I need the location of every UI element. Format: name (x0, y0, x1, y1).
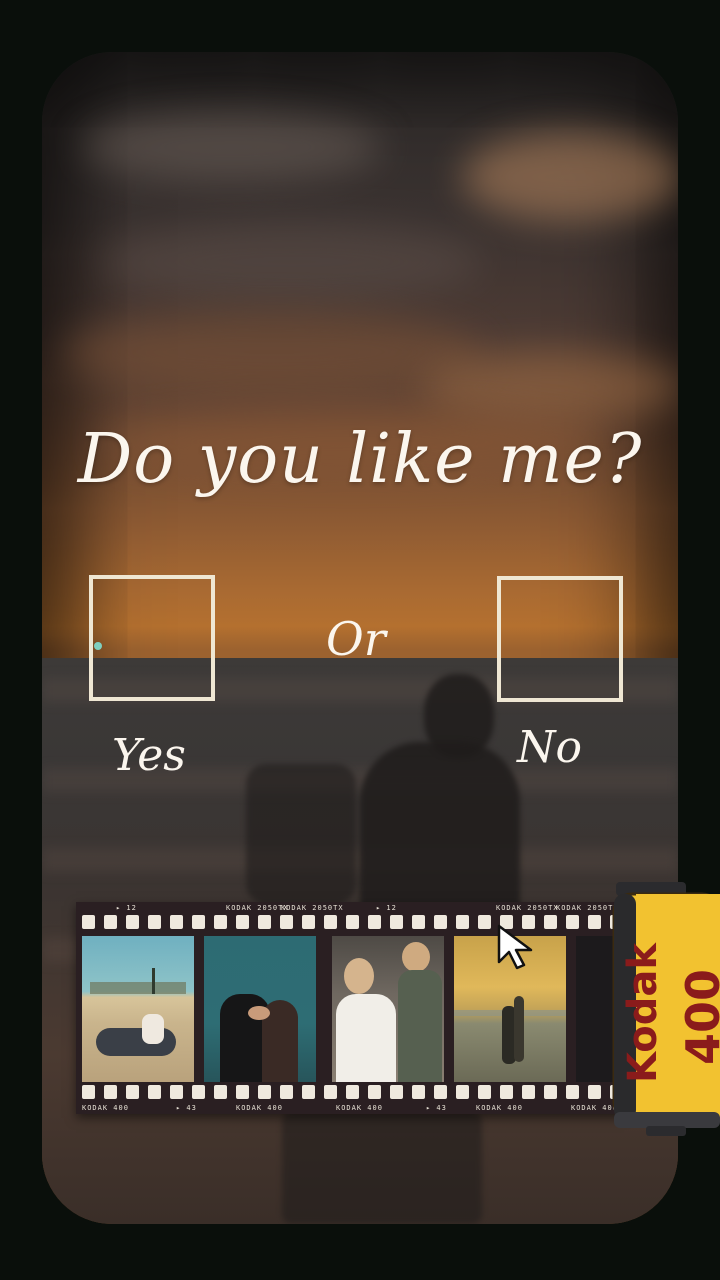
or-label: Or (326, 612, 386, 666)
film-photo-2 (204, 936, 316, 1082)
yes-label: Yes (112, 730, 186, 781)
kodak-logo-text: Kodak (620, 943, 666, 1083)
cloud (62, 312, 482, 392)
film-strip: ▸ 12 KODAK 2050TX KODAK 2050TX ▸ 12 KODA… (76, 902, 624, 1114)
film-perforations-bottom (76, 1082, 624, 1102)
cursor-dot (94, 642, 102, 650)
film-code: KODAK 2050TX (226, 904, 289, 912)
film-code: KODAK 2050TX (281, 904, 344, 912)
silhouette-partner (246, 764, 356, 904)
film-code: KODAK 400 (476, 1104, 523, 1112)
mouse-pointer-icon (497, 924, 533, 970)
no-checkbox[interactable] (497, 576, 623, 702)
cloud (422, 352, 678, 422)
no-label: No (517, 722, 582, 773)
film-code: ▸ 12 (116, 904, 137, 912)
film-code: KODAK 400 (336, 1104, 383, 1112)
film-photo-3 (332, 936, 444, 1082)
film-code: KODAK 400 (82, 1104, 129, 1112)
cloud (82, 112, 382, 182)
film-perforations-top (76, 912, 624, 932)
film-code: ▸ 43 (426, 1104, 447, 1112)
film-code: ▸ 12 (376, 904, 397, 912)
yes-checkbox[interactable] (89, 575, 215, 701)
kodak-film-canister: Kodak 400 (610, 882, 720, 1136)
question-headline: Do you like me? (77, 420, 643, 499)
film-code: ▸ 43 (176, 1104, 197, 1112)
cloud (102, 222, 482, 302)
silhouette-legs (282, 1112, 482, 1224)
film-code: KODAK 400 (236, 1104, 283, 1112)
cloud (462, 132, 678, 222)
film-speed-text: 400 (676, 968, 720, 1066)
film-photo-1 (82, 936, 194, 1082)
film-code: KODAK 2050TX (496, 904, 559, 912)
